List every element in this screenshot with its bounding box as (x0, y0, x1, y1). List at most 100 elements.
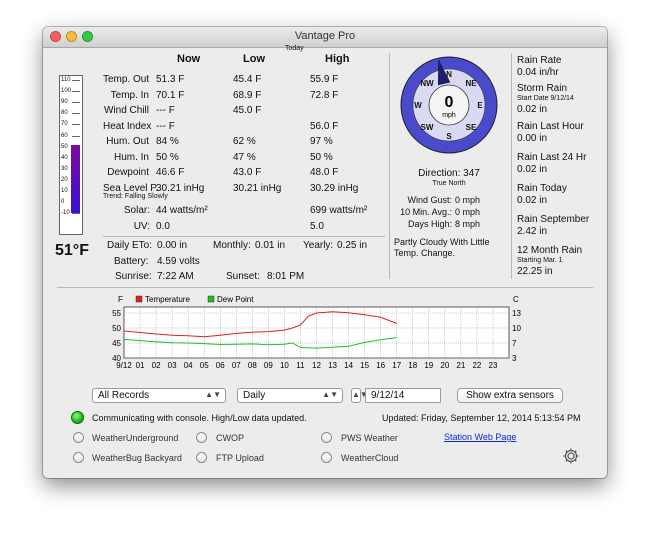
chart-x-tick: 17 (392, 361, 401, 370)
weatherunderground-label: WeatherUnderground (92, 433, 179, 443)
rain-today-value: 0.02 in (517, 195, 548, 206)
monthly-label: Monthly: (213, 240, 251, 251)
row-high: 30.29 inHg (310, 182, 359, 194)
thermometer-tick-label: 70 (61, 121, 68, 128)
row-now: 50 % (156, 151, 179, 163)
daily-eto-label: Daily ETo: (107, 240, 153, 251)
wind-compass: 0 mph N NE E SE S SW W NW (400, 56, 498, 154)
thermometer-tick-label: 80 (61, 110, 68, 117)
chart-right-unit: C (513, 295, 519, 304)
chart-y-tick-right: 3 (512, 354, 517, 363)
solar-high: 699 watts/m² (310, 205, 368, 216)
sunrise-label: Sunrise: (115, 271, 152, 282)
rain-last-hour-label: Rain Last Hour (517, 121, 584, 132)
rain-year-label: 12 Month Rain (517, 245, 583, 256)
station-web-page-link[interactable]: Station Web Page (444, 432, 516, 442)
records-select[interactable]: All Records ▲▼ (92, 388, 226, 403)
rain-last24-value: 0.02 in (517, 164, 548, 175)
chart-x-tick: 04 (184, 361, 193, 370)
chart-plot-area (123, 306, 510, 359)
rain-year-start: Starting Mar. 1 (517, 257, 563, 264)
chart-x-tick: 01 (136, 361, 145, 370)
compass-ne: NE (465, 79, 477, 88)
thermometer-tick (72, 124, 80, 126)
weatherbug-radio[interactable] (73, 452, 84, 463)
records-chevron-icon: ▲▼ (205, 390, 221, 399)
date-field[interactable]: 9/12/14 (365, 388, 441, 403)
period-select[interactable]: Daily ▲▼ (237, 388, 343, 403)
show-extra-sensors-button[interactable]: Show extra sensors (457, 388, 563, 403)
storm-rain-value: 0.02 in (517, 104, 548, 115)
row-high: 97 % (310, 136, 333, 147)
yearly-label: Yearly: (303, 240, 334, 251)
compass-s: S (446, 132, 452, 141)
storm-start-date: Start Date 9/12/14 (517, 95, 574, 102)
trend-text: Trend: Falling Slowly (103, 193, 168, 200)
wind-gust-label: Wind Gust: (407, 195, 452, 205)
row-label: Sea Level P. (103, 182, 159, 194)
ftp-upload-label: FTP Upload (216, 453, 264, 463)
row-now: 30.21 inHg (156, 182, 205, 194)
thermometer-fill (71, 145, 80, 214)
thermometer-tick-label: 30 (61, 165, 68, 172)
rain-rate-label: Rain Rate (517, 55, 562, 66)
compass-e: E (477, 101, 483, 110)
row-now: 46.6 F (156, 167, 185, 178)
row-label: Temp. Out (103, 74, 150, 85)
date-stepper[interactable]: ▲▼ (351, 388, 368, 403)
header-low: Low (243, 53, 265, 65)
chart-x-tick: 23 (489, 361, 498, 370)
weathercloud-radio[interactable] (321, 452, 332, 463)
divider-vertical-right (511, 53, 512, 279)
chart-x-tick: 15 (360, 361, 369, 370)
thermometer: 110 100 90 80 70 60 50 40 30 20 10 0 -10 (59, 75, 83, 235)
rain-rate-value: 0.04 in/hr (517, 67, 559, 78)
row-low: 68.9 F (233, 89, 262, 101)
chart-x-tick: 03 (168, 361, 177, 370)
title-bar[interactable]: Vantage Pro (43, 27, 607, 48)
row-low: 30.21 inHg (233, 182, 282, 194)
chart-x-tick: 07 (232, 361, 241, 370)
thermometer-tick-label: 110 (61, 77, 71, 83)
row-label: Hum. In (113, 151, 149, 163)
row-high: 50 % (310, 151, 333, 163)
ftp-upload-radio[interactable] (196, 452, 207, 463)
row-high: 55.9 F (310, 74, 339, 85)
chart-x-tick: 02 (152, 361, 161, 370)
chart-x-tick: 12 (312, 361, 321, 370)
chart-legend-swatch (207, 295, 215, 303)
solar-now: 44 watts/m² (156, 205, 208, 216)
thermometer-tick-label: 10 (61, 188, 68, 194)
row-now: --- F (156, 120, 175, 132)
compass-sw: SW (421, 123, 434, 132)
wind-direction-text: Direction: 347 (418, 168, 480, 179)
row-low: 47 % (233, 151, 256, 163)
pws-weather-radio[interactable] (321, 432, 332, 443)
cwop-radio[interactable] (196, 432, 207, 443)
chart-x-tick: 20 (440, 361, 449, 370)
updated-timestamp: Updated: Friday, September 12, 2014 5:13… (382, 413, 581, 423)
thermometer-tick-label: 50 (61, 143, 68, 150)
window-title: Vantage Pro (294, 30, 356, 42)
chart-y-tick-right: 13 (512, 309, 521, 318)
chart-x-tick: 22 (472, 361, 481, 370)
chart-legend-swatch (135, 295, 143, 303)
battery-label: Battery: (114, 256, 149, 267)
forecast-text: Partly Cloudy With Little Temp. Change. (394, 237, 490, 258)
row-high: 72.8 F (310, 89, 339, 101)
battery-value: 4.59 volts (157, 256, 200, 267)
gear-icon[interactable] (562, 447, 580, 465)
sunset-label: Sunset: (226, 271, 260, 282)
chart-x-tick: 08 (248, 361, 257, 370)
chart-x-tick: 9/12 (116, 361, 132, 370)
thermometer-tick-label: 100 (61, 88, 72, 95)
weatherunderground-radio[interactable] (73, 432, 84, 443)
chart-x-tick: 10 (280, 361, 289, 370)
rain-last-hour-value: 0.00 in (517, 133, 548, 144)
wind-gust-value: 0 mph (455, 195, 481, 205)
thermometer-tick (72, 102, 80, 104)
chart-legend-label: Temperature (145, 295, 190, 304)
header-high: High (325, 53, 350, 65)
header-now: Now (177, 53, 201, 65)
thermometer-tick (72, 80, 80, 81)
